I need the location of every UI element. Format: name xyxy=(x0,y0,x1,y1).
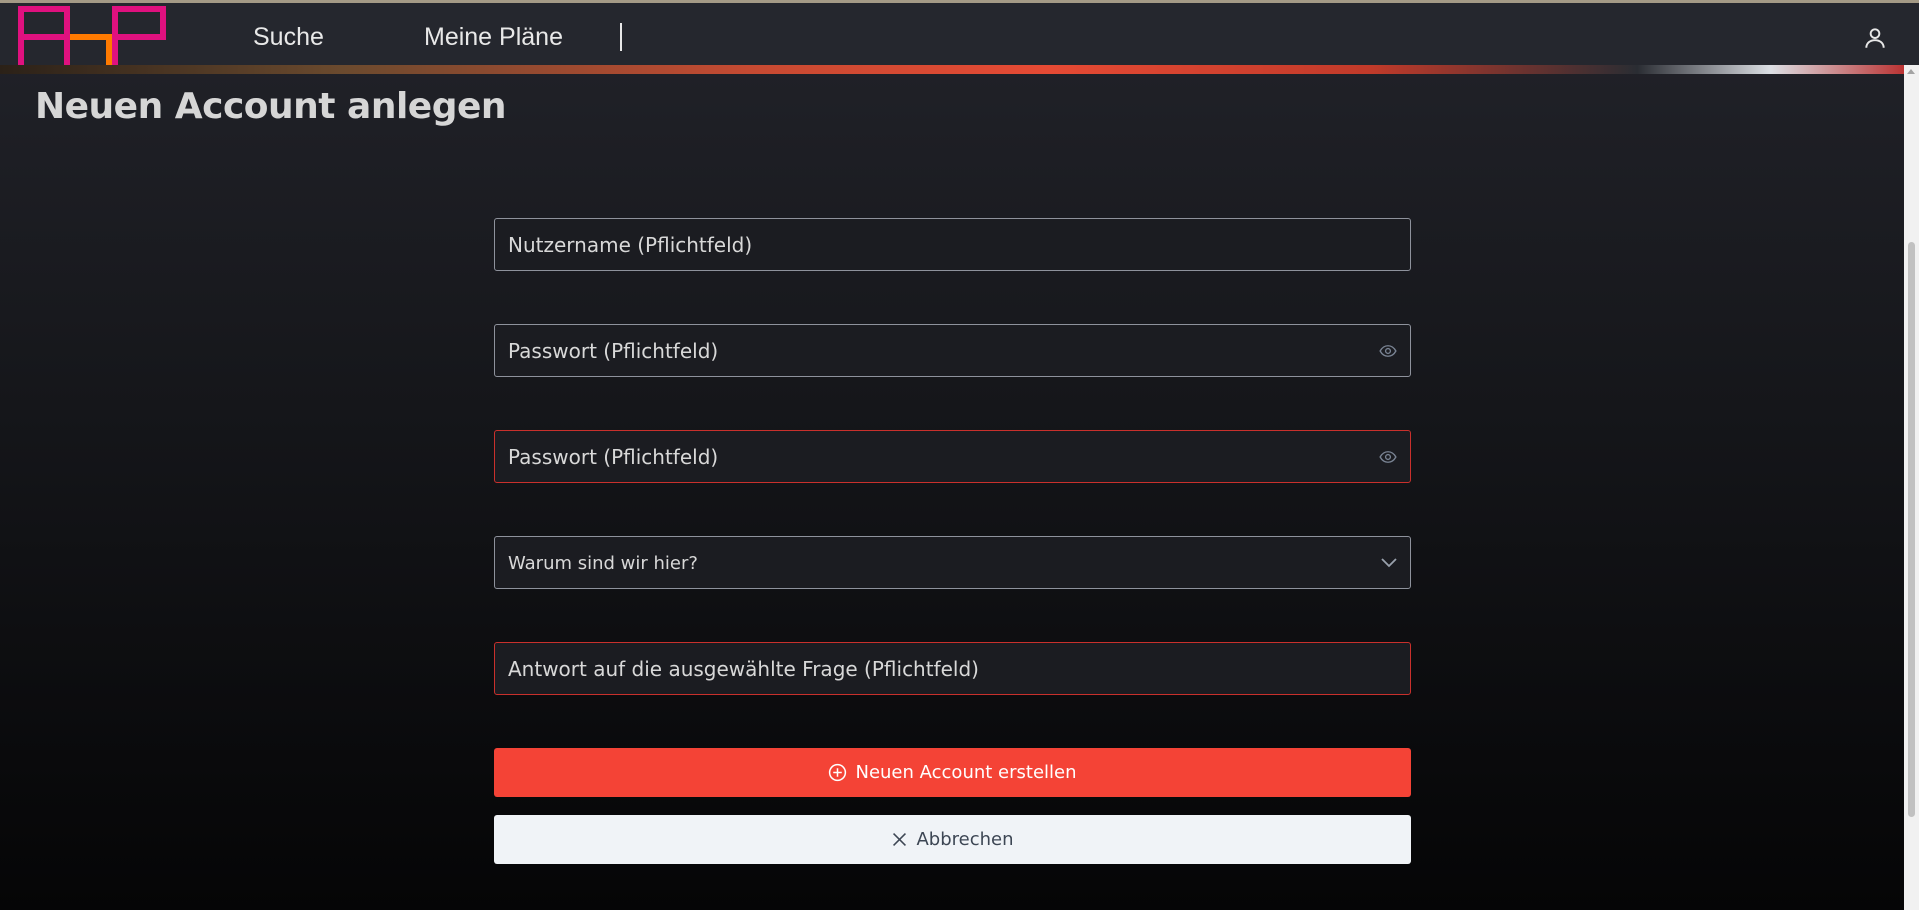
security-answer-input[interactable]: Antwort auf die ausgewählte Frage (Pflic… xyxy=(494,642,1411,695)
password-repeat-input[interactable]: Passwort (Pflichtfeld) xyxy=(494,430,1411,483)
nav-link-meine-plaene[interactable]: Meine Pläne xyxy=(424,23,563,52)
top-navbar: Suche Meine Pläne xyxy=(0,0,1919,68)
nav-link-suche[interactable]: Suche xyxy=(253,23,324,52)
show-password-eye-icon[interactable] xyxy=(1378,342,1398,360)
show-password-repeat-eye-icon[interactable] xyxy=(1378,448,1398,466)
scroll-up-arrow-icon[interactable] xyxy=(1907,69,1915,74)
scrollbar-thumb[interactable] xyxy=(1908,242,1915,817)
user-icon[interactable] xyxy=(1862,25,1888,51)
page-title: Neuen Account anlegen xyxy=(35,86,507,127)
password-repeat-placeholder: Passwort (Pflichtfeld) xyxy=(508,445,719,469)
password-placeholder: Passwort (Pflichtfeld) xyxy=(508,339,719,363)
security-question-select[interactable]: Warum sind wir hier? xyxy=(494,536,1411,589)
security-answer-placeholder: Antwort auf die ausgewählte Frage (Pflic… xyxy=(508,657,979,681)
username-placeholder: Nutzername (Pflichtfeld) xyxy=(508,233,753,257)
cancel-label: Abbrechen xyxy=(916,829,1014,850)
create-account-button[interactable]: Neuen Account erstellen xyxy=(494,748,1411,797)
app-logo[interactable] xyxy=(18,6,166,68)
header-banner-image xyxy=(0,65,1904,74)
plus-circle-icon xyxy=(829,763,847,782)
password-input[interactable]: Passwort (Pflichtfeld) xyxy=(494,324,1411,377)
cancel-button[interactable]: Abbrechen xyxy=(494,815,1411,864)
nav-separator xyxy=(620,23,622,51)
page-scrollbar[interactable] xyxy=(1904,65,1919,910)
username-input[interactable]: Nutzername (Pflichtfeld) xyxy=(494,218,1411,271)
create-account-label: Neuen Account erstellen xyxy=(855,762,1077,783)
security-question-value: Warum sind wir hier? xyxy=(508,553,698,574)
close-icon xyxy=(893,833,907,846)
chevron-down-icon[interactable] xyxy=(1380,555,1398,569)
